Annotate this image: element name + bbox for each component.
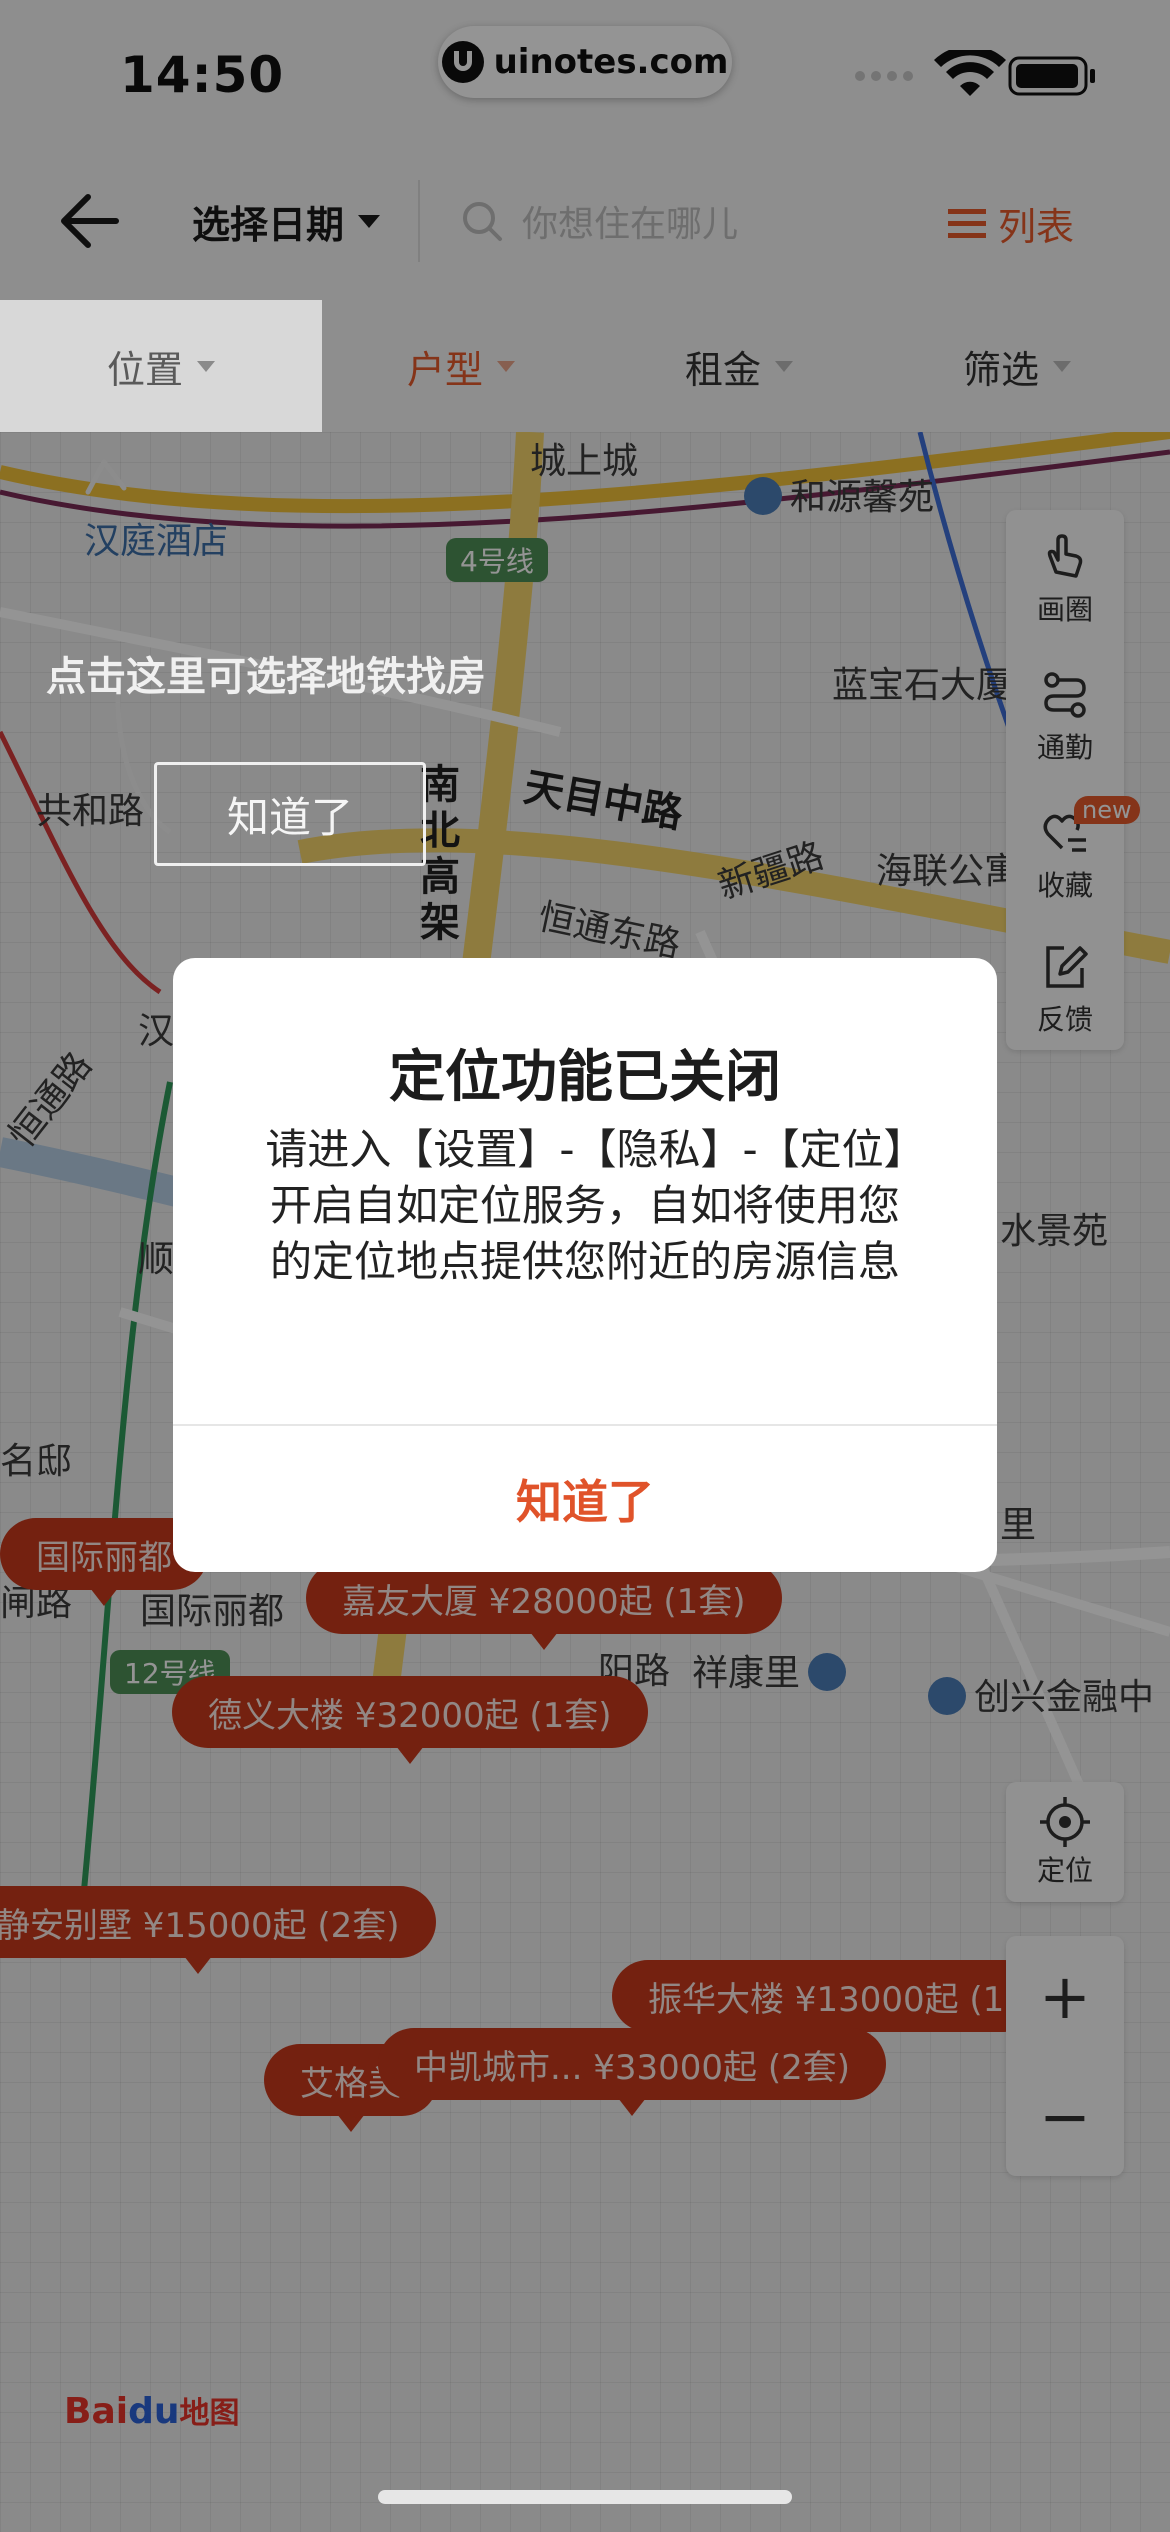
dialog-title: 定位功能已关闭 (389, 1045, 781, 1110)
location-disabled-dialog: 定位功能已关闭 请进入【设置】-【隐私】-【定位】开启自如定位服务，自如将使用您… (173, 958, 997, 1572)
caret-down-icon (197, 360, 215, 372)
dialog-confirm-button[interactable]: 知道了 (173, 1426, 997, 1572)
home-indicator (378, 2490, 792, 2504)
filter-label: 位置 (106, 347, 183, 392)
metro-tip-text: 点击这里可选择地铁找房 (46, 654, 486, 700)
dialog-message: 请进入【设置】-【隐私】-【定位】开启自如定位服务，自如将使用您的定位地点提供您… (265, 1125, 905, 1286)
filter-tab-location-highlight[interactable]: 位置 (0, 300, 322, 432)
tip-dismiss-button[interactable]: 知道了 (154, 762, 426, 866)
